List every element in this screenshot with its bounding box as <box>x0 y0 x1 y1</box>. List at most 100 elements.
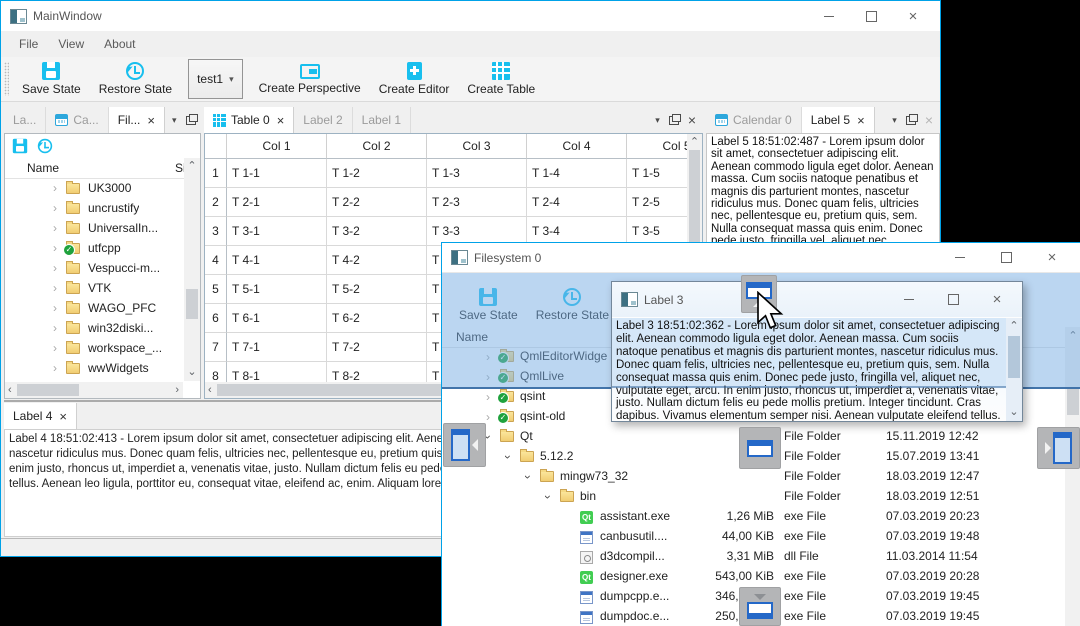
tree-item-vespucci-m[interactable]: › Vespucci-m... <box>5 258 183 278</box>
restore-icon[interactable] <box>37 138 53 154</box>
tab-label-1[interactable]: Label 1 <box>353 107 412 133</box>
main-titlebar[interactable]: MainWindow × <box>1 1 940 31</box>
tab-fil[interactable]: Fil... × <box>108 107 165 133</box>
expand-chevron-icon[interactable]: › <box>50 321 60 335</box>
scroll-down-icon[interactable]: ⌄ <box>184 367 200 378</box>
tree-hscrollbar[interactable]: ‹ › <box>5 382 183 398</box>
tree-item-workspace[interactable]: › workspace_... <box>5 338 183 358</box>
tree-item-universalin[interactable]: › UniversalIn... <box>5 218 183 238</box>
tab-table-0[interactable]: Table 0 × <box>204 107 295 133</box>
save-icon[interactable] <box>12 138 28 154</box>
expand-chevron-icon[interactable]: › <box>50 301 60 315</box>
table-cell[interactable]: T 1-1 <box>227 159 327 188</box>
tree-item-uk3000[interactable]: › UK3000 <box>5 178 183 198</box>
close-dock-icon[interactable]: × <box>925 112 933 128</box>
tab-menu-icon[interactable]: ▾ <box>655 115 660 126</box>
table-cell[interactable]: T 1-5 <box>627 159 687 188</box>
scroll-right-icon[interactable]: › <box>175 382 179 398</box>
tree-item-wago-pfc[interactable]: › WAGO_PFC <box>5 298 183 318</box>
dock-indicator-bottom[interactable] <box>739 587 781 626</box>
table-cell[interactable]: T 2-2 <box>327 188 427 217</box>
close-button[interactable]: × <box>902 7 924 25</box>
tab-menu-icon[interactable]: ▾ <box>172 115 177 126</box>
label3-titlebar[interactable]: Label 3 × <box>612 282 1022 317</box>
close-button[interactable]: × <box>1041 249 1063 267</box>
scroll-up-icon[interactable]: ⌃ <box>1006 321 1022 332</box>
column-header-name[interactable]: Name <box>27 161 59 175</box>
fs-item-bin[interactable]: › bin File Folder 18.03.2019 12:51 <box>442 487 1065 507</box>
column-header-col-4[interactable]: Col 4 <box>527 134 627 159</box>
expand-chevron-icon[interactable]: › <box>50 361 60 375</box>
table-cell[interactable]: T 4-2 <box>327 246 427 275</box>
table-cell[interactable]: T 8-1 <box>227 362 327 382</box>
expand-chevron-icon[interactable]: › <box>50 241 60 255</box>
table-cell[interactable]: T 1-2 <box>327 159 427 188</box>
scroll-thumb[interactable] <box>1008 336 1020 378</box>
create-perspective-button[interactable]: Create Perspective <box>250 62 370 97</box>
expand-chevron-icon[interactable]: › <box>50 281 60 295</box>
expand-chevron-icon[interactable]: › <box>521 472 535 482</box>
close-button[interactable]: × <box>986 291 1008 309</box>
tree-item-wwwidgets[interactable]: › wwWidgets <box>5 358 183 378</box>
fs-item-canbusutil[interactable]: canbusutil.... 44,00 KiB exe File 07.03.201… <box>442 527 1065 547</box>
expand-chevron-icon[interactable]: › <box>50 221 60 235</box>
column-header-col-1[interactable]: Col 1 <box>227 134 327 159</box>
toolbar-handle[interactable] <box>4 62 9 96</box>
scroll-left-icon[interactable]: ‹ <box>208 382 212 398</box>
expand-chevron-icon[interactable]: › <box>483 390 493 404</box>
table-cell[interactable]: T 6-1 <box>227 304 327 333</box>
label3-vscrollbar[interactable]: ⌃ ⌄ <box>1006 318 1022 421</box>
table-cell[interactable]: T 7-1 <box>227 333 327 362</box>
menu-item-view[interactable]: View <box>48 37 94 51</box>
expand-chevron-icon[interactable]: › <box>50 341 60 355</box>
table-cell[interactable]: T 2-1 <box>227 188 327 217</box>
row-header-5[interactable]: 5 <box>205 275 227 304</box>
row-header-4[interactable]: 4 <box>205 246 227 275</box>
table-cell[interactable]: T 5-1 <box>227 275 327 304</box>
perspective-combo[interactable]: test1 ▾ <box>188 59 243 99</box>
table-cell[interactable]: T 2-5 <box>627 188 687 217</box>
tab-close-icon[interactable]: × <box>857 113 865 128</box>
expand-chevron-icon[interactable]: › <box>541 492 555 502</box>
table-cell[interactable]: T 4-1 <box>227 246 327 275</box>
column-header-col-5[interactable]: Col 5 <box>627 134 687 159</box>
column-header-col-3[interactable]: Col 3 <box>427 134 527 159</box>
tree-vscrollbar[interactable]: ⌃ ⌄ <box>184 158 200 381</box>
minimize-button[interactable] <box>898 291 920 309</box>
expand-chevron-icon[interactable]: › <box>50 201 60 215</box>
scroll-up-icon[interactable]: ⌃ <box>687 137 702 148</box>
expand-chevron-icon[interactable]: › <box>501 452 515 462</box>
create-editor-button[interactable]: Create Editor <box>370 60 459 98</box>
row-header-1[interactable]: 1 <box>205 159 227 188</box>
tab-close-icon[interactable]: × <box>147 113 155 128</box>
create-table-button[interactable]: Create Table <box>458 60 544 98</box>
dock-indicator-right[interactable] <box>1037 427 1080 469</box>
table-cell[interactable]: T 7-2 <box>327 333 427 362</box>
row-header-8[interactable]: 8 <box>205 362 227 382</box>
tab-close-icon[interactable]: × <box>59 409 67 424</box>
expand-chevron-icon[interactable]: › <box>50 181 60 195</box>
filesystem-titlebar[interactable]: Filesystem 0 × <box>442 243 1080 273</box>
float-dock-icon[interactable] <box>185 113 198 125</box>
row-header-3[interactable]: 3 <box>205 217 227 246</box>
fs-item-d3dcompil[interactable]: d3dcompil... 3,31 MiB dll File 11.03.2014 1… <box>442 547 1065 567</box>
tab-la[interactable]: La... <box>4 107 47 133</box>
scroll-left-icon[interactable]: ‹ <box>8 382 12 398</box>
tab-label-5[interactable]: Label 5 × <box>801 107 875 133</box>
tree-item-vtk[interactable]: › VTK <box>5 278 183 298</box>
table-cell[interactable]: T 8-2 <box>327 362 427 382</box>
tab-label-4[interactable]: Label 4 × <box>4 403 77 429</box>
minimize-button[interactable] <box>818 7 840 25</box>
scroll-thumb[interactable] <box>17 384 79 396</box>
tree-item-win32diski[interactable]: › win32diski... <box>5 318 183 338</box>
tab-close-icon[interactable]: × <box>277 113 285 128</box>
restore-state-button[interactable]: Restore State <box>90 60 181 98</box>
scroll-thumb[interactable] <box>186 289 198 319</box>
expand-chevron-icon[interactable]: › <box>483 410 493 424</box>
column-header-col-2[interactable]: Col 2 <box>327 134 427 159</box>
expand-chevron-icon[interactable]: › <box>50 261 60 275</box>
save-state-button[interactable]: Save State <box>13 60 90 98</box>
tab-ca[interactable]: Ca... <box>46 107 109 133</box>
minimize-button[interactable] <box>949 249 971 267</box>
tab-calendar-0[interactable]: Calendar 0 <box>706 107 802 133</box>
